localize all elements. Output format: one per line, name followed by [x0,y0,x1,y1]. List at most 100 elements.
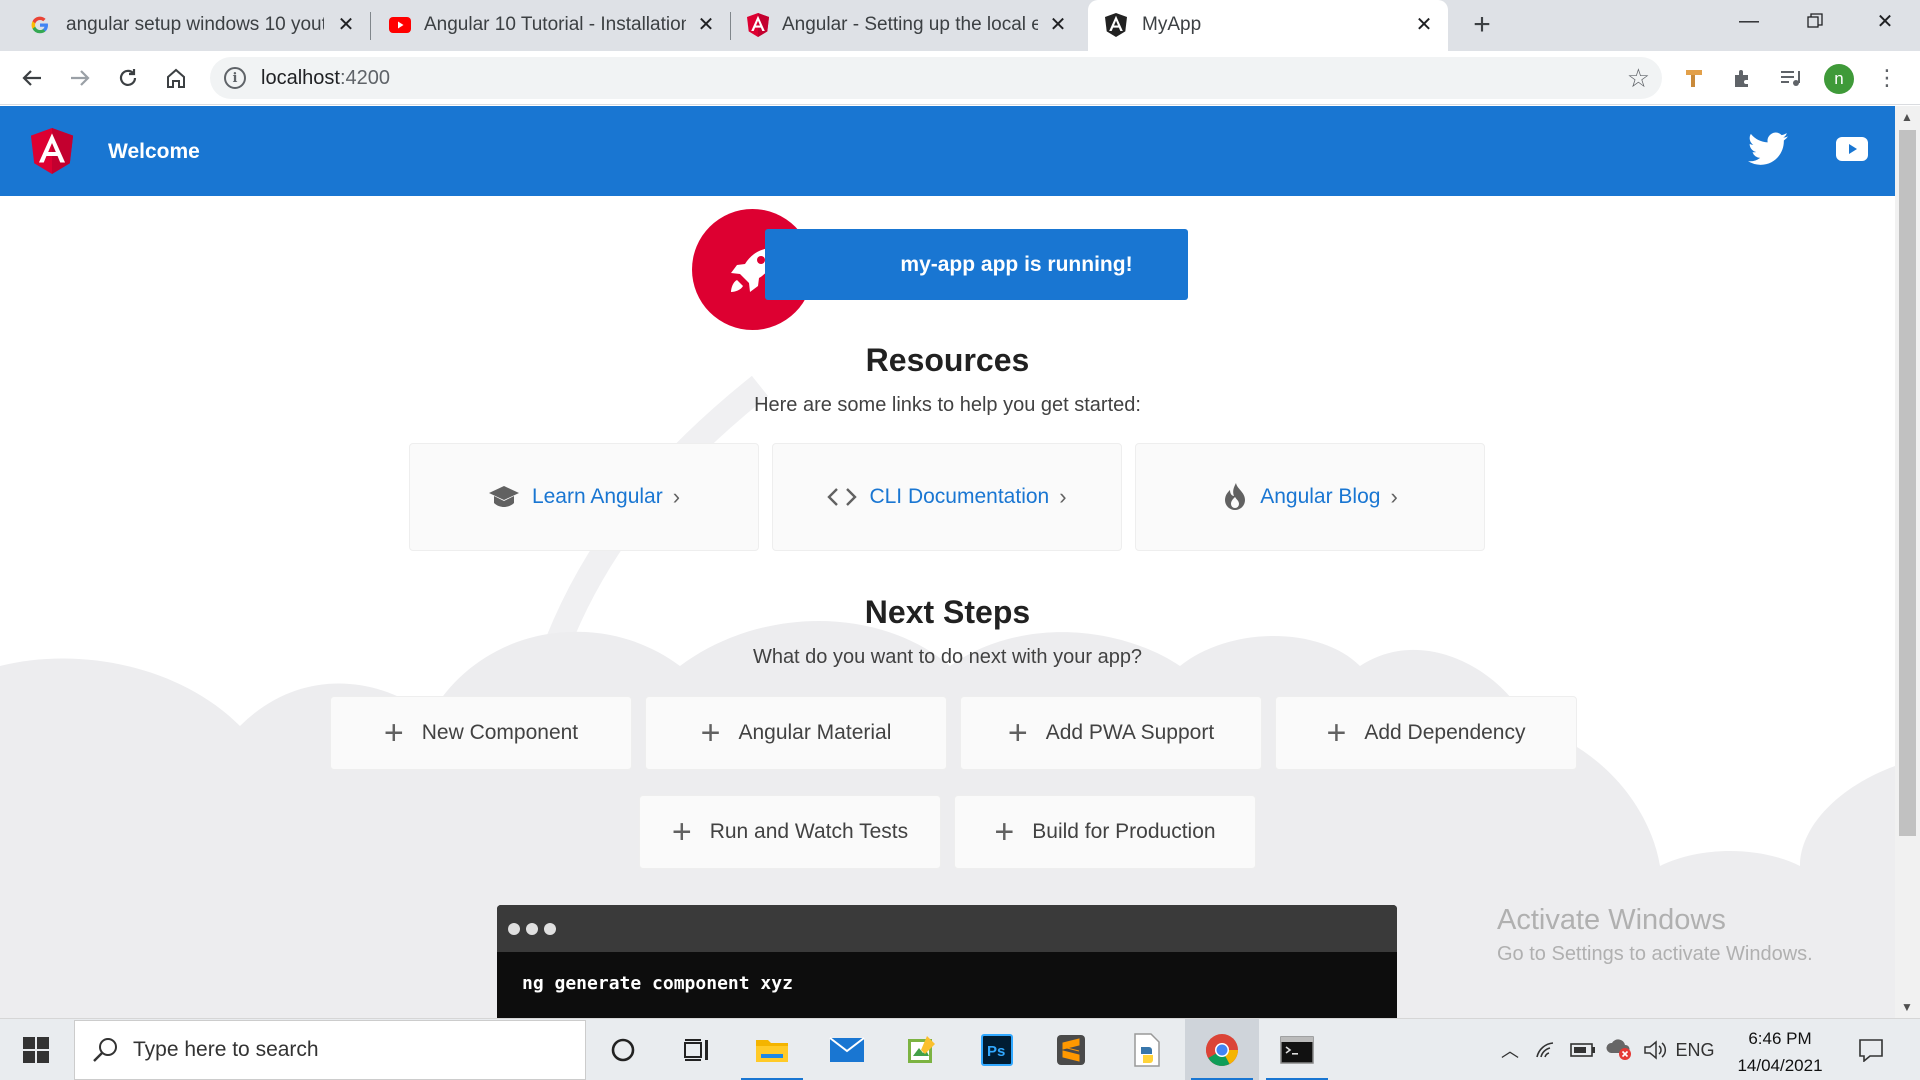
paint-app-icon[interactable] [884,1019,958,1080]
twitter-icon[interactable] [1748,132,1788,166]
graduation-cap-icon [488,484,520,510]
extensions-puzzle-icon[interactable] [1728,63,1758,93]
close-window-button[interactable]: ✕ [1852,0,1918,42]
flame-icon [1222,482,1248,512]
add-pwa-support-button[interactable]: + Add PWA Support [960,696,1262,770]
notifications-icon[interactable] [1848,1019,1894,1080]
home-button[interactable] [158,60,194,96]
plus-icon: + [1007,714,1028,752]
bookmark-star-icon[interactable]: ☆ [1627,63,1650,94]
photoshop-icon[interactable]: Ps [960,1019,1034,1080]
youtube-icon[interactable] [1836,137,1868,161]
plus-icon: + [994,813,1015,851]
tab-title: MyApp [1142,14,1202,35]
next-steps-subtitle: What do you want to do next with your ap… [752,646,1143,668]
browser-tab-4-active[interactable]: MyApp ✕ [1088,0,1448,51]
restore-icon [1807,13,1823,28]
cli-documentation-card[interactable]: CLI Documentation › [772,443,1122,551]
app-running-banner: my-app app is running! [765,229,1188,300]
terminal-window: ng generate component xyz [497,905,1397,1018]
close-tab-icon[interactable]: ✕ [334,12,358,36]
chevron-right-icon: › [1059,484,1067,509]
profile-avatar[interactable]: n [1824,64,1854,94]
step-label: Add PWA Support [1045,721,1215,744]
scrollbar-thumb[interactable] [1899,130,1916,836]
command-prompt-icon[interactable] [1260,1019,1334,1080]
card-label: Angular Blog [1260,485,1381,508]
tab-title: angular setup windows 10 youtube [66,14,324,35]
header-title: Welcome [108,140,200,163]
terminal-command[interactable]: ng generate component xyz [522,973,793,994]
step-label: Add Dependency [1364,721,1526,744]
plus-icon: + [700,714,721,752]
browser-tab-1[interactable]: angular setup windows 10 youtube ✕ [0,0,368,51]
onedrive-error-icon[interactable] [1602,1019,1636,1080]
tab-title: Angular - Setting up the local en [782,14,1038,35]
tab-title: Angular 10 Tutorial - Installation [424,14,686,35]
windows-logo-icon [23,1037,49,1063]
media-queue-icon[interactable] [1776,63,1806,93]
browser-menu-icon[interactable]: ⋮ [1872,63,1902,93]
file-explorer-icon[interactable] [735,1019,809,1080]
system-clock[interactable]: 6:46 PM 14/04/2021 [1720,1025,1840,1079]
angular-icon [746,13,770,37]
forward-button[interactable] [62,60,98,96]
restore-button[interactable] [1782,0,1848,42]
page-scrollbar[interactable]: ▲ ▼ [1895,106,1920,1018]
minimize-button[interactable]: — [1716,0,1782,42]
angular-material-button[interactable]: + Angular Material [645,696,947,770]
scroll-down-arrow-icon[interactable]: ▼ [1901,1000,1913,1014]
site-info-icon[interactable]: i [224,67,246,89]
show-hidden-icons-icon[interactable]: ︿ [1496,1019,1524,1080]
input-language[interactable]: ENG [1672,1019,1718,1080]
cortana-icon[interactable] [586,1019,660,1080]
extension-hammer-icon[interactable] [1680,63,1710,93]
youtube-icon [388,13,412,37]
battery-icon[interactable] [1566,1019,1600,1080]
activate-windows-watermark: Activate Windows Go to Settings to activ… [1497,904,1813,966]
app-toolbar: Welcome [0,106,1895,196]
learn-angular-card[interactable]: Learn Angular › [409,443,759,551]
start-button[interactable] [0,1019,72,1080]
task-view-icon[interactable] [660,1019,734,1080]
add-dependency-button[interactable]: + Add Dependency [1275,696,1577,770]
windows-taskbar: Type here to search Ps ︿ ENG 6:46 PM 14/… [0,1018,1920,1080]
new-tab-button[interactable]: + [1465,8,1499,42]
mail-icon[interactable] [810,1019,884,1080]
new-component-button[interactable]: + New Component [330,696,632,770]
browser-tab-3[interactable]: Angular - Setting up the local en ✕ [732,0,1084,51]
card-label: Learn Angular [531,485,663,508]
address-bar[interactable]: i localhost:4200 ☆ [210,57,1662,99]
close-tab-icon[interactable]: ✕ [694,12,718,36]
watermark-title: Activate Windows [1497,904,1726,936]
plus-icon: + [1326,714,1347,752]
resources-title: Resources [865,342,1030,378]
wifi-icon[interactable] [1530,1019,1564,1080]
reload-icon [119,69,137,86]
clock-time: 6:46 PM [1748,1029,1812,1048]
next-steps-title: Next Steps [864,594,1031,630]
google-icon [28,13,52,37]
chevron-right-icon: › [1390,484,1398,509]
chrome-icon[interactable] [1185,1019,1259,1080]
taskbar-search-box[interactable]: Type here to search [74,1020,586,1080]
scroll-up-arrow-icon[interactable]: ▲ [1901,110,1913,124]
card-label: CLI Documentation [869,485,1050,508]
sublime-text-icon[interactable] [1034,1019,1108,1080]
terminal-dot-icon [544,923,556,935]
resources-subtitle: Here are some links to help you get star… [754,394,1141,416]
run-and-watch-tests-button[interactable]: + Run and Watch Tests [639,795,941,869]
reload-button[interactable] [110,60,146,96]
close-tab-icon[interactable]: ✕ [1046,12,1070,36]
build-for-production-button[interactable]: + Build for Production [954,795,1256,869]
chevron-right-icon: › [672,484,681,509]
back-button[interactable] [14,60,50,96]
angular-blog-card[interactable]: Angular Blog › [1135,443,1485,551]
url-text[interactable]: localhost:4200 [261,67,390,90]
volume-icon[interactable] [1638,1019,1672,1080]
page-viewport: Welcome my-app app is running! Resources… [0,106,1895,1018]
url-host: localhost [261,67,340,89]
close-tab-icon[interactable]: ✕ [1412,12,1436,36]
python-file-icon[interactable] [1110,1019,1184,1080]
browser-tab-2[interactable]: Angular 10 Tutorial - Installation ✕ [372,0,730,51]
